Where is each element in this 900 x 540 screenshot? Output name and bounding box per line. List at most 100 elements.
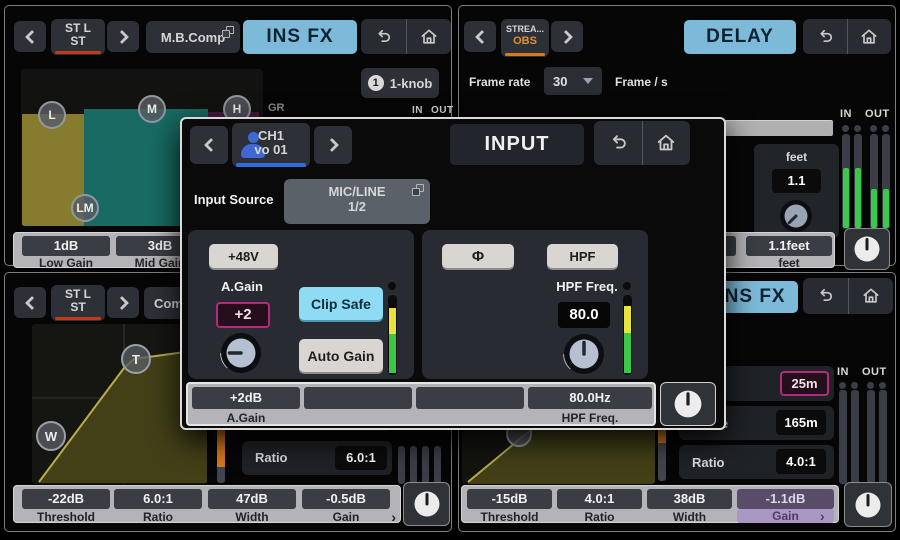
hpf-freq-value[interactable]: 80.0	[558, 302, 610, 328]
footer-value-3[interactable]	[416, 387, 524, 409]
width-handle[interactable]: W	[36, 421, 66, 451]
chevron-left-icon	[474, 29, 488, 43]
touch-knob-button[interactable]	[844, 228, 890, 270]
input-source-button[interactable]: MIC/LINE 1/2	[284, 179, 430, 224]
hpf-level-meter	[623, 295, 632, 375]
phase-button[interactable]: Φ	[442, 244, 514, 268]
copy-icon	[416, 184, 424, 192]
footer-label-width: Width	[647, 510, 732, 524]
footer-value-width[interactable]: 47dB	[208, 489, 296, 509]
parameter-footer: +2dB A.Gain 80.0Hz HPF Freq.	[186, 382, 656, 426]
footer-value-hpf[interactable]: 80.0Hz	[528, 387, 652, 409]
channel-name-line2: vo 01	[254, 143, 287, 157]
chevron-left-icon	[24, 295, 38, 309]
band-handle-m[interactable]: M	[138, 95, 166, 123]
next-channel-button[interactable]	[551, 21, 583, 52]
hpf-section: Φ HPF HPF Freq. 80.0	[422, 230, 648, 379]
in-label: IN	[412, 105, 423, 116]
delay-knob[interactable]	[778, 198, 814, 234]
undo-button[interactable]	[361, 19, 406, 54]
phantom-48v-button[interactable]: +48V	[209, 244, 278, 268]
meter-in-l	[839, 390, 847, 484]
footer-value-low-gain[interactable]: 1dB	[22, 236, 110, 256]
home-button[interactable]	[848, 278, 894, 314]
footer-value-threshold[interactable]: -15dB	[467, 489, 552, 509]
system-nav	[803, 278, 893, 314]
prev-channel-button[interactable]	[464, 21, 496, 52]
again-value[interactable]: +2	[216, 302, 270, 328]
again-label: A.Gain	[208, 279, 276, 294]
footer-value-threshold[interactable]: -22dB	[22, 489, 110, 509]
touch-knob-button[interactable]	[844, 482, 892, 527]
footer-value-gain[interactable]: -0.5dB	[302, 489, 390, 509]
frame-rate-value: 30	[553, 74, 567, 89]
input-level-meter	[388, 295, 397, 375]
footer-value-ratio[interactable]: 6.0:1	[114, 489, 202, 509]
fx-preset-button[interactable]: M.B.Comp	[146, 21, 240, 53]
footer-value-2[interactable]	[304, 387, 412, 409]
ratio-row-value[interactable]: 4.0:1	[776, 449, 826, 474]
next-channel-button[interactable]	[107, 21, 139, 52]
release-value[interactable]: 165m	[776, 410, 826, 435]
footer-value-again[interactable]: +2dB	[192, 387, 300, 409]
meter-in-l	[398, 446, 405, 484]
clip-safe-button[interactable]: Clip Safe	[299, 287, 383, 320]
ratio-row-value[interactable]: 6.0:1	[335, 446, 387, 470]
touch-knob-button[interactable]	[403, 482, 450, 526]
prev-channel-button[interactable]	[14, 287, 46, 318]
prev-channel-button[interactable]	[190, 126, 228, 164]
prev-channel-button[interactable]	[14, 21, 46, 52]
channel-select-button[interactable]: ST L ST	[51, 19, 105, 55]
undo-button[interactable]	[594, 121, 642, 165]
channel-color-bar	[55, 317, 101, 320]
home-button[interactable]	[642, 121, 691, 165]
undo-button[interactable]	[803, 19, 847, 54]
gr-label: GR	[268, 102, 285, 114]
hpf-button[interactable]: HPF	[547, 244, 618, 268]
footer-value-delay[interactable]: 1.1feet	[746, 236, 832, 256]
channel-select-button[interactable]: ST L ST	[51, 285, 105, 321]
chevron-right-icon	[558, 29, 572, 43]
analog-gain-section: +48V A.Gain +2 Clip Safe Auto Gain	[188, 230, 414, 379]
input-popup: CH1 vo 01 INPUT Input Source MIC/LINE 1/…	[180, 117, 726, 430]
channel-name-line2: ST	[70, 35, 85, 48]
one-knob-button[interactable]: 1 1-knob	[361, 68, 439, 98]
band-handle-lm[interactable]: LM	[71, 194, 99, 222]
system-nav	[361, 19, 451, 54]
touch-knob-button[interactable]	[660, 382, 716, 426]
in-label: IN	[837, 366, 849, 378]
meter-in-l	[842, 134, 850, 229]
home-button[interactable]	[847, 19, 892, 54]
footer-value-width[interactable]: 38dB	[647, 489, 732, 509]
footer-label-delay: feet	[746, 256, 832, 270]
hpf-knob[interactable]	[561, 331, 607, 377]
copy-icon	[226, 26, 234, 34]
meter-peak-dot	[623, 282, 631, 290]
delay-value[interactable]: 1.1	[772, 169, 821, 193]
frame-rate-label: Frame rate	[469, 75, 530, 89]
next-channel-button[interactable]	[314, 126, 352, 164]
home-button[interactable]	[406, 19, 452, 54]
next-channel-button[interactable]	[107, 287, 139, 318]
knob-icon	[413, 490, 441, 518]
channel-select-button[interactable]: STREA... OBS	[501, 19, 549, 57]
band-handle-l[interactable]: L	[38, 101, 66, 129]
footer-value-gain[interactable]: -1.1dB	[737, 489, 834, 509]
meter-in-r	[410, 446, 417, 484]
threshold-handle[interactable]: T	[121, 344, 151, 374]
footer-more-arrow[interactable]: ›	[391, 510, 396, 524]
attack-value[interactable]: 25m	[780, 371, 829, 396]
chevron-left-icon	[203, 138, 217, 152]
popup-title: INPUT	[450, 124, 584, 165]
channel-select-button[interactable]: CH1 vo 01	[232, 123, 310, 167]
meter-peak-dot	[851, 382, 858, 389]
undo-icon	[815, 27, 835, 47]
footer-label-gain: Gain	[302, 510, 390, 524]
footer-value-ratio[interactable]: 4.0:1	[557, 489, 642, 509]
undo-button[interactable]	[803, 278, 848, 314]
chevron-right-icon	[324, 138, 338, 152]
frame-rate-dropdown[interactable]: 30	[544, 67, 602, 95]
auto-gain-button[interactable]: Auto Gain	[299, 339, 383, 372]
again-knob[interactable]	[218, 330, 264, 376]
footer-more-arrow[interactable]: ›	[820, 509, 825, 523]
